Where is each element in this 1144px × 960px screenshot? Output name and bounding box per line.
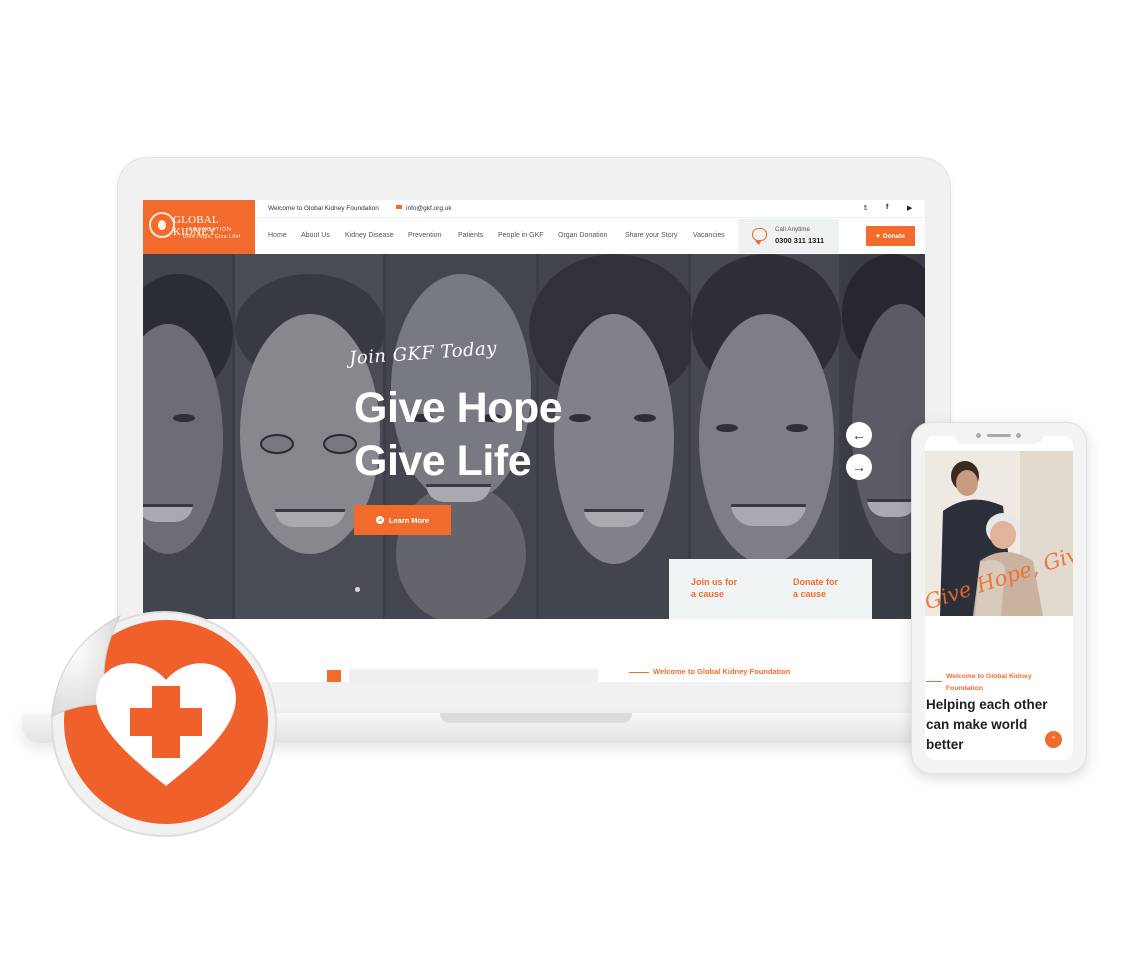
donate-cause-line-1: Donate for <box>793 577 838 587</box>
slider-pager-dot[interactable] <box>355 587 360 592</box>
mobile-heading-line-1: Helping each other <box>926 697 1048 712</box>
kidney-icon <box>149 212 175 238</box>
hero-slider: Join GKF Today Give Hope Give Life ➜ Lea… <box>143 254 925 619</box>
about-divider <box>629 672 649 673</box>
learn-more-label: Learn More <box>388 515 430 525</box>
facebook-icon[interactable]: f <box>886 204 888 211</box>
twitter-icon[interactable]: 𝕥 <box>864 204 868 212</box>
nav-vacancies[interactable]: Vacancies <box>693 232 725 239</box>
heart-icon: ♥ <box>876 232 880 240</box>
top-bar: Welcome to Global Kidney Foundation info… <box>255 200 925 218</box>
donate-button[interactable]: ♥ Donate <box>866 226 915 246</box>
logo-tagline: Give Hope, Give Life! <box>183 234 242 240</box>
about-accent <box>327 670 341 682</box>
learn-more-button[interactable]: ➜ Learn More <box>354 505 451 535</box>
donate-cause-link[interactable]: Donate for a cause <box>793 576 838 600</box>
slider-next-button[interactable]: → <box>846 454 872 480</box>
medical-heart-badge-icon <box>51 611 277 837</box>
cause-box: Join us for a cause Donate for a cause <box>669 559 872 619</box>
chat-phone-icon <box>752 228 767 245</box>
donate-cause-line-2: a cause <box>793 589 827 599</box>
nav-share-your-story[interactable]: Share your Story <box>625 232 678 239</box>
email-text: info@gkf.org.uk <box>406 205 452 212</box>
laptop-notch <box>440 713 632 723</box>
youtube-icon[interactable]: ▶ <box>907 204 912 212</box>
donate-label: Donate <box>882 232 905 240</box>
call-label: Call Anytime <box>775 226 810 233</box>
sensor-icon <box>1016 433 1021 438</box>
speaker-icon <box>987 434 1011 437</box>
nav-organ-donation[interactable]: Organ Donation <box>558 232 607 239</box>
nav-prevention[interactable]: Prevention <box>408 232 441 239</box>
email-link[interactable]: info@gkf.org.uk <box>396 205 452 212</box>
about-welcome: Welcome to Global Kidney Foundation <box>653 667 791 676</box>
welcome-text: Welcome to Global Kidney Foundation <box>268 205 379 212</box>
nav-home[interactable]: Home <box>268 232 287 239</box>
mail-icon <box>396 205 402 209</box>
hero-headline-line-1: Give Hope <box>354 384 563 432</box>
mobile-hero-image: Give Hope, Give Life <box>925 451 1073 616</box>
join-cause-line-1: Join us for <box>691 577 738 587</box>
logo-subtitle: FOUNDATION <box>189 227 232 233</box>
phone-screen: Give Hope, Give Life Welcome to Global K… <box>925 436 1073 760</box>
scroll-top-button[interactable]: ⌃ <box>1045 731 1062 748</box>
mobile-welcome-line-2: Foundation <box>946 685 983 692</box>
nav-patients[interactable]: Patients <box>458 232 483 239</box>
arrow-circle-icon: ➜ <box>375 516 384 524</box>
nav-kidney-disease[interactable]: Kidney Disease <box>345 232 394 239</box>
nav-about-us[interactable]: About Us <box>301 232 330 239</box>
mobile-welcome-line-1: Welcome to Global Kidney <box>946 673 1032 680</box>
camera-icon <box>976 433 981 438</box>
call-box[interactable]: Call Anytime 0300 311 1311 <box>738 219 839 253</box>
call-number: 0300 311 1311 <box>775 236 825 245</box>
slider-prev-button[interactable]: ← <box>846 422 872 448</box>
about-image <box>349 669 598 682</box>
join-cause-link[interactable]: Join us for a cause <box>691 576 737 600</box>
join-cause-line-2: a cause <box>691 589 725 599</box>
phone-frame: Give Hope, Give Life Welcome to Global K… <box>911 422 1087 774</box>
mobile-welcome: Welcome to Global Kidney Foundation <box>926 671 1066 695</box>
nav-people-in-gkf[interactable]: People in GKF <box>498 232 544 239</box>
phone-notch <box>954 430 1044 444</box>
site-logo[interactable]: GLOBAL KIDNEY FOUNDATION Give Hope, Give… <box>143 200 255 254</box>
hero-headline-line-2: Give Life <box>354 437 532 485</box>
